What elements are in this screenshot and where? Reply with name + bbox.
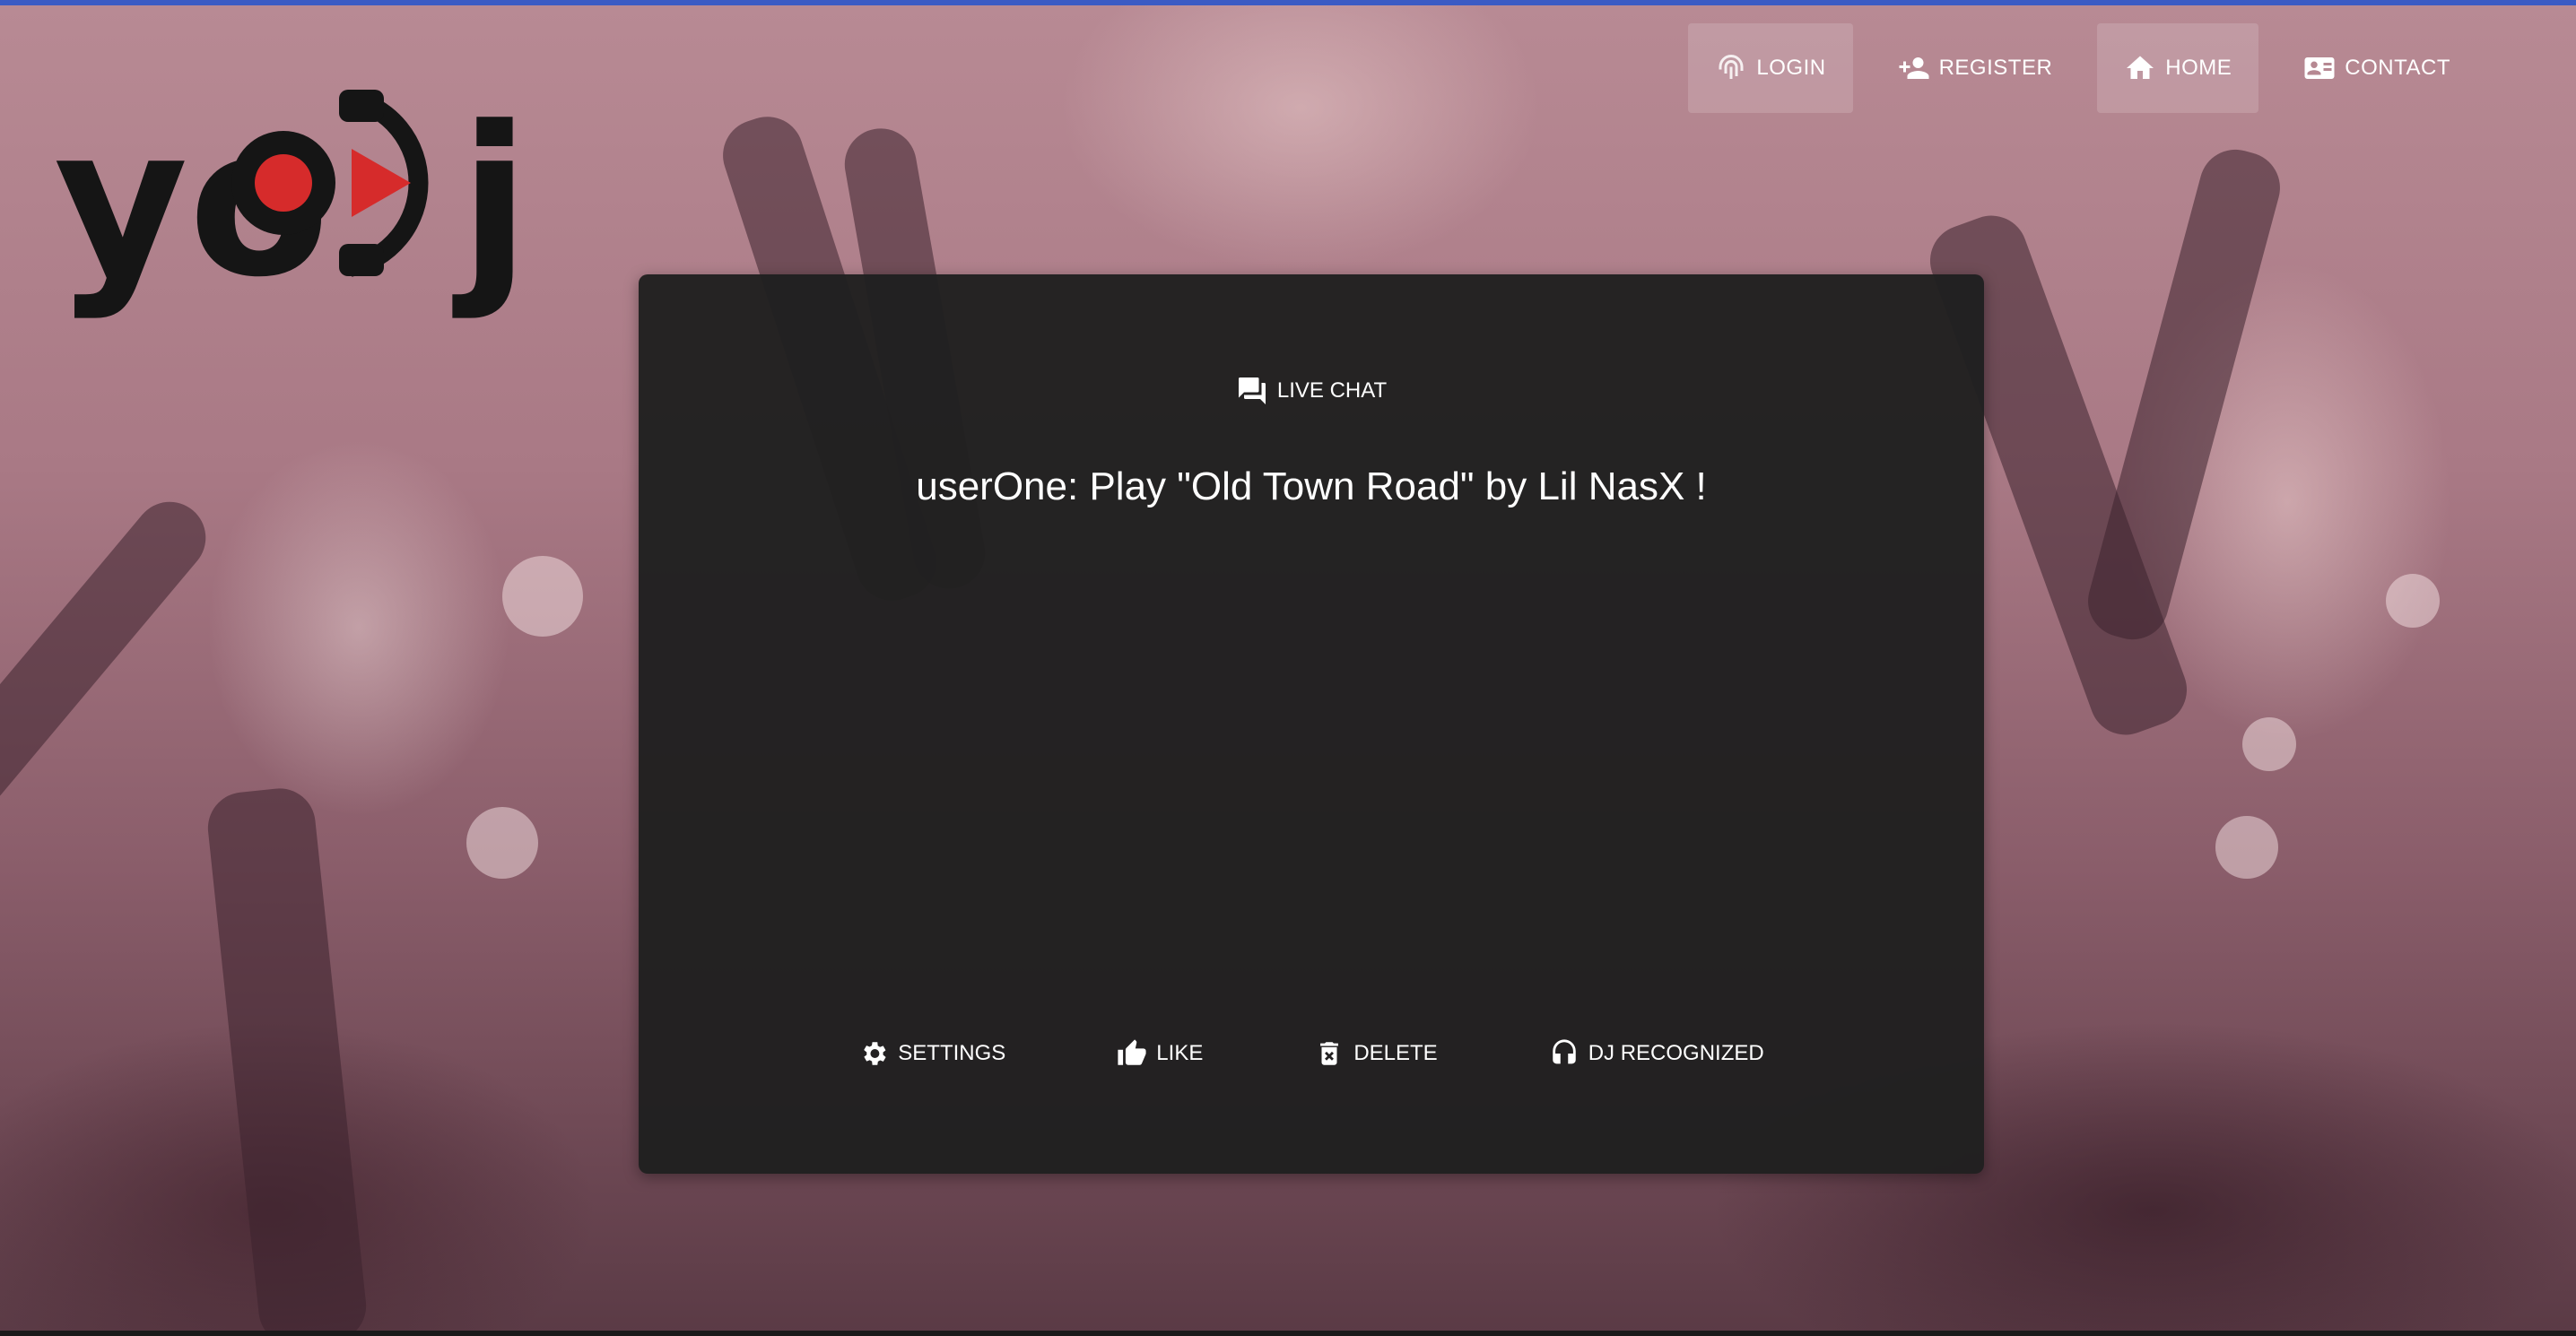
nav-contact-label: CONTACT: [2345, 56, 2450, 80]
nav-home-label: HOME: [2165, 56, 2232, 80]
chat-icon: [1238, 377, 1266, 404]
settings-label: SETTINGS: [898, 1041, 1006, 1065]
chat-message: userOne: Play "Old Town Road" by Lil Nas…: [916, 464, 1707, 508]
background-hand: [0, 487, 221, 822]
top-accent-bar: [0, 0, 2576, 5]
card-header: LIVE CHAT: [639, 375, 1984, 407]
thumb-up-icon: [1118, 1039, 1146, 1065]
background-light: [502, 556, 583, 637]
nav-home-button[interactable]: HOME: [2097, 23, 2259, 113]
nav-contact-button[interactable]: CONTACT: [2276, 23, 2477, 113]
nav-login-button[interactable]: LOGIN: [1688, 23, 1853, 113]
like-label: LIKE: [1156, 1041, 1204, 1065]
background-hand: [204, 785, 370, 1336]
dj-recognized-button[interactable]: DJ RECOGNIZED: [1531, 1029, 1782, 1078]
nav-login-label: LOGIN: [1756, 56, 1826, 80]
gear-icon: [864, 1042, 886, 1065]
like-button[interactable]: LIKE: [1099, 1029, 1221, 1078]
nav-register-label: REGISTER: [1938, 56, 2053, 80]
contact-card-icon: [2304, 57, 2335, 79]
trash-icon: [1320, 1042, 1339, 1065]
delete-label: DELETE: [1353, 1041, 1438, 1065]
card-header-title: LIVE CHAT: [1276, 378, 1388, 403]
headphones-icon: [1552, 1039, 1576, 1064]
dj-recognized-label: DJ RECOGNIZED: [1588, 1041, 1764, 1065]
background-light: [2215, 816, 2278, 879]
background-light: [466, 807, 538, 879]
logo-play-icon: [352, 149, 411, 217]
nav-register-button[interactable]: REGISTER: [1871, 23, 2080, 113]
card-actions: SETTINGS LIKE DELETE DJ RECOGNIZED: [639, 1029, 1984, 1078]
logo-text-j: j: [452, 90, 530, 323]
delete-button[interactable]: DELETE: [1296, 1029, 1455, 1078]
logo-red-dot: [255, 154, 312, 212]
home-icon: [2127, 56, 2154, 79]
page: yo j LOGIN REGISTER HOME CONTACT LIVE CH…: [0, 0, 2576, 1336]
person-add-icon: [1899, 57, 1929, 79]
live-chat-card: LIVE CHAT userOne: Play "Old Town Road" …: [639, 274, 1984, 1174]
yodj-logo[interactable]: yo j: [54, 90, 556, 332]
fingerprint-icon: [1719, 55, 1744, 79]
background-hand: [2080, 141, 2288, 648]
background-light: [2242, 717, 2296, 771]
logo-earcup-bottom: [339, 244, 384, 276]
logo-earcup-top: [339, 90, 384, 122]
settings-button[interactable]: SETTINGS: [840, 1029, 1023, 1078]
top-navigation: LOGIN REGISTER HOME CONTACT: [1670, 23, 2477, 113]
background-light: [2386, 574, 2440, 628]
bottom-edge: [0, 1331, 2576, 1336]
